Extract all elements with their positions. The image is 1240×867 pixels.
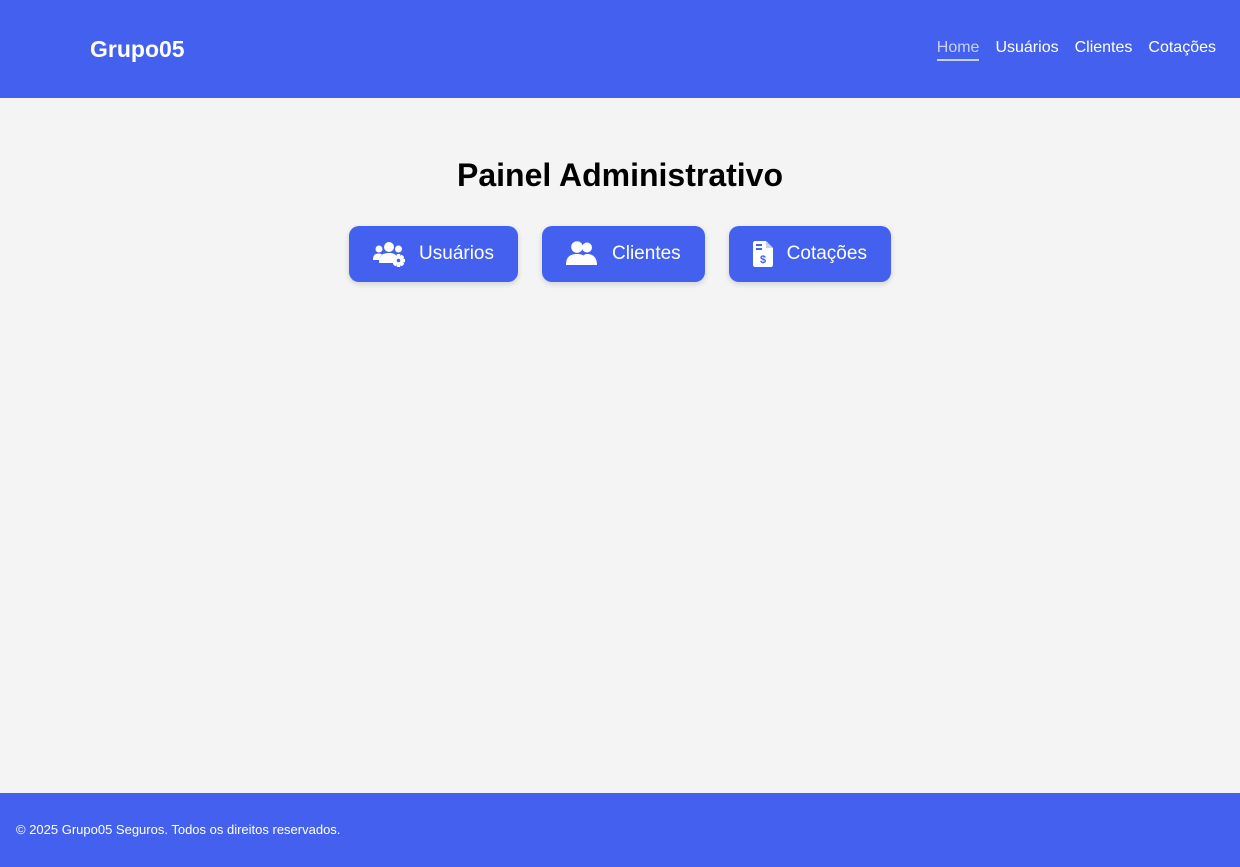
users-icon [566, 241, 598, 267]
invoice-dollar-icon: $ [752, 241, 773, 267]
usuarios-button-label: Usuários [419, 243, 495, 264]
clientes-button-label: Clientes [612, 243, 681, 264]
clientes-button[interactable]: Clientes [542, 226, 705, 282]
page-title: Painel Administrativo [457, 157, 783, 193]
dashboard-buttons: Usuários Clientes $ Cotações [0, 226, 1240, 282]
header: Grupo05 Home Usuários Clientes Cotações [0, 0, 1240, 98]
nav-link-clientes[interactable]: Clientes [1075, 38, 1133, 61]
nav-link-cotacoes[interactable]: Cotações [1148, 38, 1216, 61]
nav-link-home[interactable]: Home [936, 38, 980, 61]
svg-text:$: $ [760, 254, 766, 266]
usuarios-button[interactable]: Usuários [349, 226, 519, 282]
brand-logo[interactable]: Grupo05 [90, 35, 185, 63]
cotacoes-button[interactable]: $ Cotações [728, 226, 891, 282]
main-nav: Home Usuários Clientes Cotações [936, 38, 1216, 61]
footer-copyright: © 2025 Grupo05 Seguros. Todos os direito… [16, 822, 341, 837]
footer: © 2025 Grupo05 Seguros. Todos os direito… [0, 793, 1240, 867]
nav-link-usuarios[interactable]: Usuários [995, 38, 1058, 61]
cotacoes-button-label: Cotações [786, 243, 867, 264]
users-cog-icon [373, 241, 406, 267]
